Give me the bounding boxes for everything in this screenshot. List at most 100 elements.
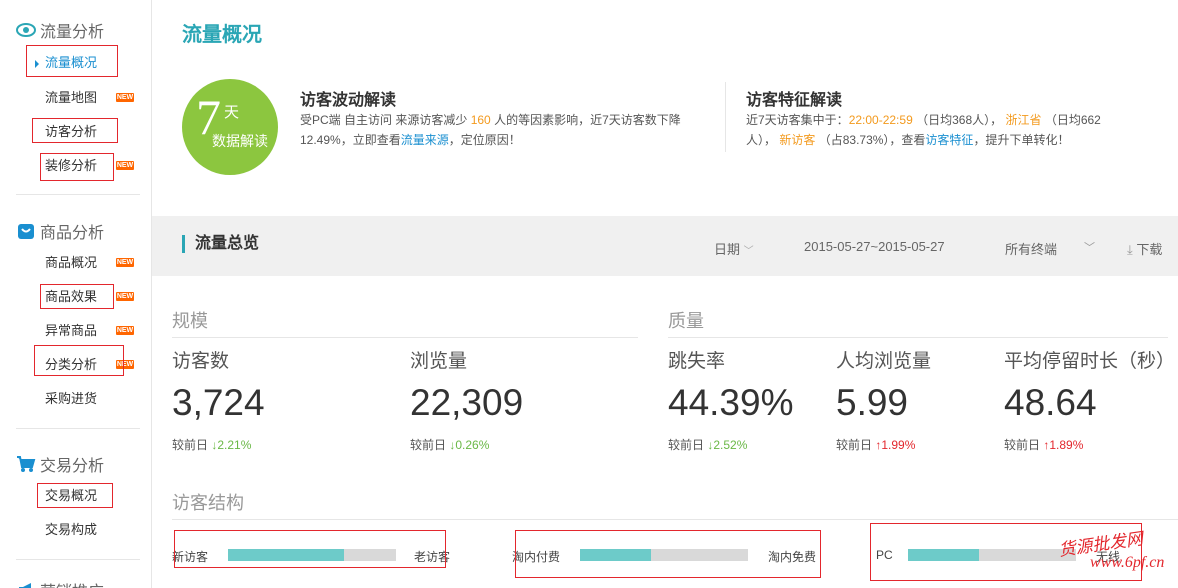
metric-avg-pv-name: 人均浏览量 [836,351,932,372]
divider [668,337,1168,338]
main-content: 流量概况 7 天 数据解读 访客波动解读 受PC端 自主访问 来源访客减少 16… [152,0,1178,588]
sidebar-item-abnormal-product[interactable]: 异常商品 [45,321,97,341]
structure-bar-left-label: 淘内付费 [512,550,561,564]
chevron-down-icon: ﹀ [743,246,754,257]
chevron-down-icon[interactable]: ﹀ [1084,239,1095,255]
compare-label: 较前日 [1004,438,1041,452]
sidebar-item-trade-composition[interactable]: 交易构成 [45,520,97,540]
compare-label: 较前日 [410,438,447,452]
download-icon: ⤓ [1127,242,1133,257]
sidebar-item-product-effect[interactable]: 商品效果 [45,287,97,307]
section-product-label: 商品分析 [40,225,105,242]
metric-stay-compare: 较前日 ↑1.89% [1004,436,1083,453]
bar-fill [908,549,979,561]
eye-icon [16,21,36,39]
section-trade[interactable]: 交易分析 [16,452,104,476]
metric-bounce-value: 44.39% [668,382,794,423]
compare-label: 较前日 [172,438,209,452]
badge-subtitle: 数据解读 [212,133,268,149]
sidebar-item-visitor-analysis[interactable]: 访客分析 [45,122,97,142]
sidebar-item-purchasing[interactable]: 采购进货 [45,389,97,409]
traffic-source-link[interactable]: 流量来源 [401,133,449,147]
peak-time: 22:00-22:59 [848,113,913,127]
sidebar-divider [16,194,140,195]
new-badge: NEW [116,161,134,170]
text: （日均368人）， [916,113,1003,127]
metric-visitors-compare: 较前日 ↓2.21% [172,436,251,453]
section-trade-label: 交易分析 [40,458,105,475]
sidebar-item-category-analysis[interactable]: 分类分析 [45,355,97,375]
text: ，提升下单转化！ [973,133,1070,147]
metric-avg-pv-value: 5.99 [836,382,909,423]
text: 受PC端 自主访问 来源访客减少 [300,113,468,127]
structure-title: 访客结构 [172,493,244,513]
seven-day-badge: 7 天 数据解读 [182,79,278,175]
sidebar-divider [16,428,140,429]
change-value: 1.99% [881,438,916,452]
structure-bar-paid-free [580,549,748,561]
sidebar-divider [16,559,140,560]
metric-stay-name: 平均停留时长（秒） [1004,351,1176,372]
overview-title: 流量总览 [182,235,259,253]
change-value: 0.26% [455,438,490,452]
structure-bar-pc-mobile [908,549,1076,561]
sidebar-item-product-overview[interactable]: 商品概况 [45,253,97,273]
metric-avg-pv-compare: 较前日 ↑1.99% [836,436,915,453]
feature-text: 近7天访客集中于：22:00-22:59 （日均368人）， 浙江省 （日均66… [746,110,1166,150]
visitor-type: 新访客 [779,133,816,147]
structure-bar-left-label: PC [876,548,893,562]
compare-label: 较前日 [836,438,873,452]
badge-unit: 天 [224,104,240,121]
text: 人的等因素影响，近7天访客数下降 [494,113,681,127]
text: （占83.73%），查看 [818,133,926,147]
sidebar: 流量分析 流量概况 流量地图 NEW 访客分析 装修分析 NEW 商品分析 商品… [0,0,152,588]
new-badge: NEW [116,292,134,301]
terminal-selector[interactable]: 所有终端 [1005,239,1057,258]
divider [172,337,638,338]
visitor-feature-link[interactable]: 访客特征 [925,133,973,147]
new-badge: NEW [116,360,134,369]
download-button[interactable]: ⤓ 下载 [1127,239,1162,258]
date-range[interactable]: 2015-05-27~2015-05-27 [804,239,945,254]
metric-visitors-name: 访客数 [172,351,230,372]
group-quality: 质量 [668,311,704,331]
top-province: 浙江省 [1005,113,1042,127]
section-marketing[interactable]: 营销推广 [16,578,104,588]
divider [725,82,726,152]
section-traffic[interactable]: 流量分析 [16,18,104,42]
group-scale: 规模 [172,311,208,331]
sidebar-item-trade-overview[interactable]: 交易概况 [45,486,97,506]
date-selector[interactable]: 日期 ﹀ [714,239,754,258]
active-arrow-icon [35,60,39,68]
cart-icon [16,455,36,473]
structure-bar-left-label: 新访客 [172,550,209,564]
new-badge: NEW [116,258,134,267]
text: 人）， [746,133,777,147]
sidebar-item-traffic-overview[interactable]: 流量概况 [45,53,97,73]
metric-pageviews-name: 浏览量 [410,351,468,372]
section-product[interactable]: 商品分析 [16,219,104,243]
sidebar-item-decoration-analysis[interactable]: 装修分析 [45,156,97,176]
date-label: 日期 [714,242,741,257]
sidebar-item-traffic-map[interactable]: 流量地图 [45,88,97,108]
fluctuation-text: 受PC端 自主访问 来源访客减少 160 人的等因素影响，近7天访客数下降 12… [300,110,700,150]
text: 近7天访客集中于： [746,113,849,127]
download-label: 下载 [1136,242,1163,257]
metric-bounce-name: 跳失率 [668,351,726,372]
bar-fill [228,549,344,561]
bag-icon [16,222,36,240]
metric-pageviews-value: 22,309 [410,382,524,423]
metric-pageviews-compare: 较前日 ↓0.26% [410,436,489,453]
change-value: 2.52% [713,438,748,452]
metric-bounce-compare: 较前日 ↓2.52% [668,436,747,453]
decrease-count: 160 [470,113,491,127]
divider [172,519,1178,520]
text: （日均662 [1044,113,1101,127]
structure-bar-right-label: 淘内免费 [768,550,817,564]
text: 12.49%，立即查看 [300,133,401,147]
watermark-url: www.6pf.cn [1090,554,1165,571]
section-traffic-label: 流量分析 [40,24,105,41]
metric-stay-value: 48.64 [1004,382,1097,423]
new-badge: NEW [116,326,134,335]
bar-fill [580,549,651,561]
